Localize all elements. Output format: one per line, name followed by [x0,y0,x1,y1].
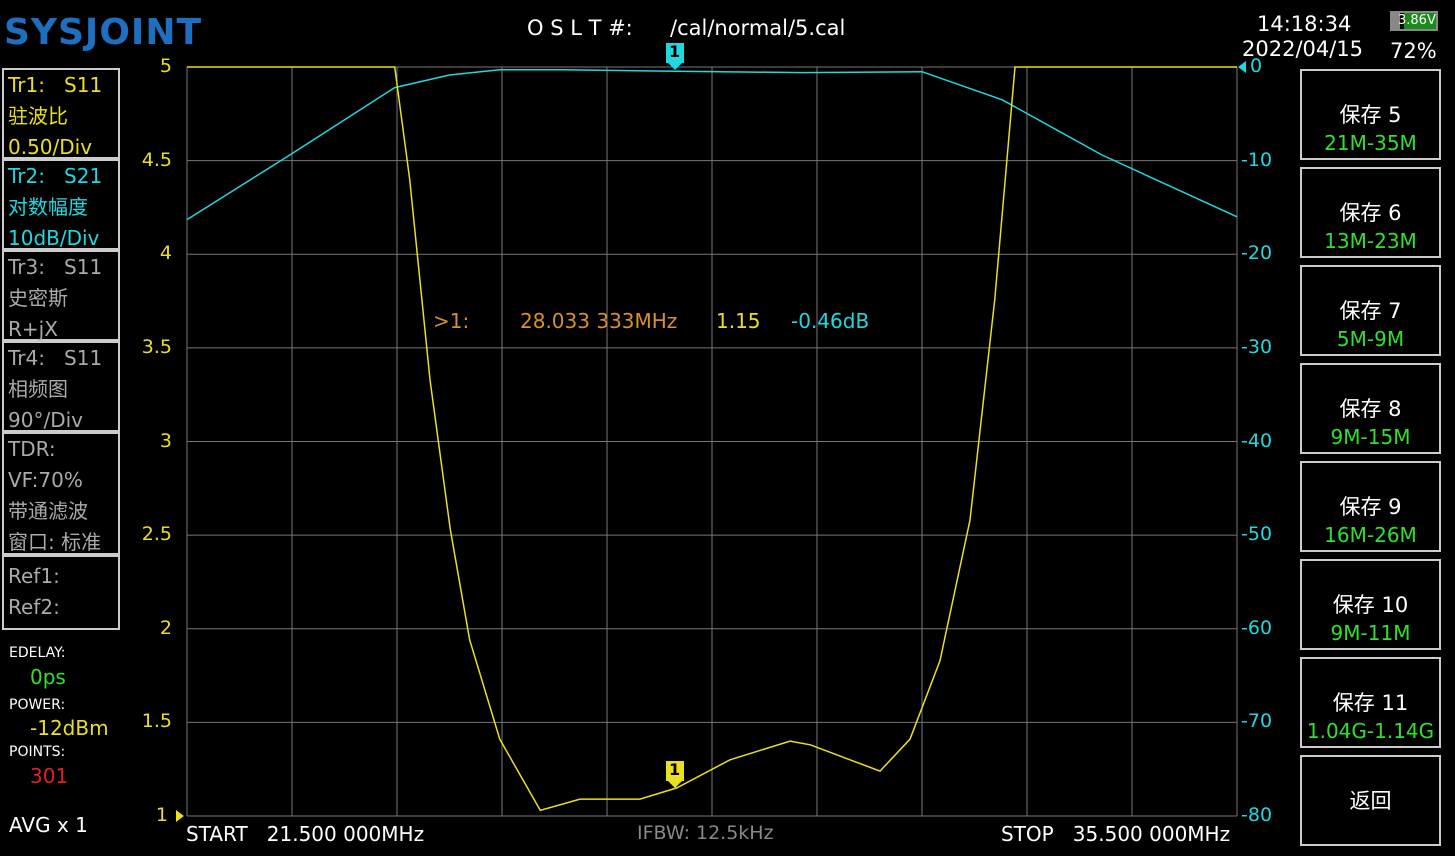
save-slot-button-5[interactable]: 保存 10 9M-11M [1300,559,1441,650]
button-title: 保存 10 [1332,593,1409,617]
button-range: 1.04G-1.14G [1306,719,1435,743]
save-slot-button-6[interactable]: 保存 11 1.04G-1.14G [1300,657,1441,748]
save-slot-button-2[interactable]: 保存 7 5M-9M [1300,265,1441,356]
button-title: 保存 11 [1332,691,1409,715]
right-ref-arrow [1238,61,1246,73]
ifbw[interactable]: IFBW: 12.5kHz [637,822,774,844]
save-slot-button-4[interactable]: 保存 9 16M-26M [1300,461,1441,552]
marker-readout-swr: 1.15 [716,309,761,333]
grid [186,66,1238,817]
button-range: 9M-15M [1330,425,1411,449]
button-title: 保存 8 [1339,397,1402,421]
button-range: 9M-11M [1330,621,1411,645]
marker-1-yellow-label: 1 [669,760,681,779]
marker-readout-label: >1: [433,309,470,333]
marker-readout-db: -0.46dB [791,309,870,333]
left-ref-arrow [176,810,184,822]
button-title: 返回 [1349,789,1392,813]
button-title: 保存 6 [1339,201,1402,225]
marker-1-cyan-label: 1 [669,42,681,61]
stop-frequency[interactable]: STOP 35.500 000MHz [1001,822,1230,846]
save-slot-button-0[interactable]: 保存 5 21M-35M [1300,69,1441,160]
marker-readout-freq: 28.033 333MHz [520,309,678,333]
button-title: 保存 7 [1339,299,1402,323]
button-range: 13M-23M [1324,229,1417,253]
button-title: 保存 5 [1339,103,1402,127]
button-range: 16M-26M [1324,523,1417,547]
button-title: 保存 9 [1339,495,1402,519]
save-slot-button-1[interactable]: 保存 6 13M-23M [1300,167,1441,258]
button-range: 21M-35M [1324,131,1417,155]
button-range: 5M-9M [1336,327,1405,351]
save-slot-button-3[interactable]: 保存 8 9M-15M [1300,363,1441,454]
plot-area[interactable] [0,0,1455,856]
start-frequency[interactable]: START 21.500 000MHz [186,822,424,846]
save-slot-button-7[interactable]: 返回 [1300,755,1441,846]
